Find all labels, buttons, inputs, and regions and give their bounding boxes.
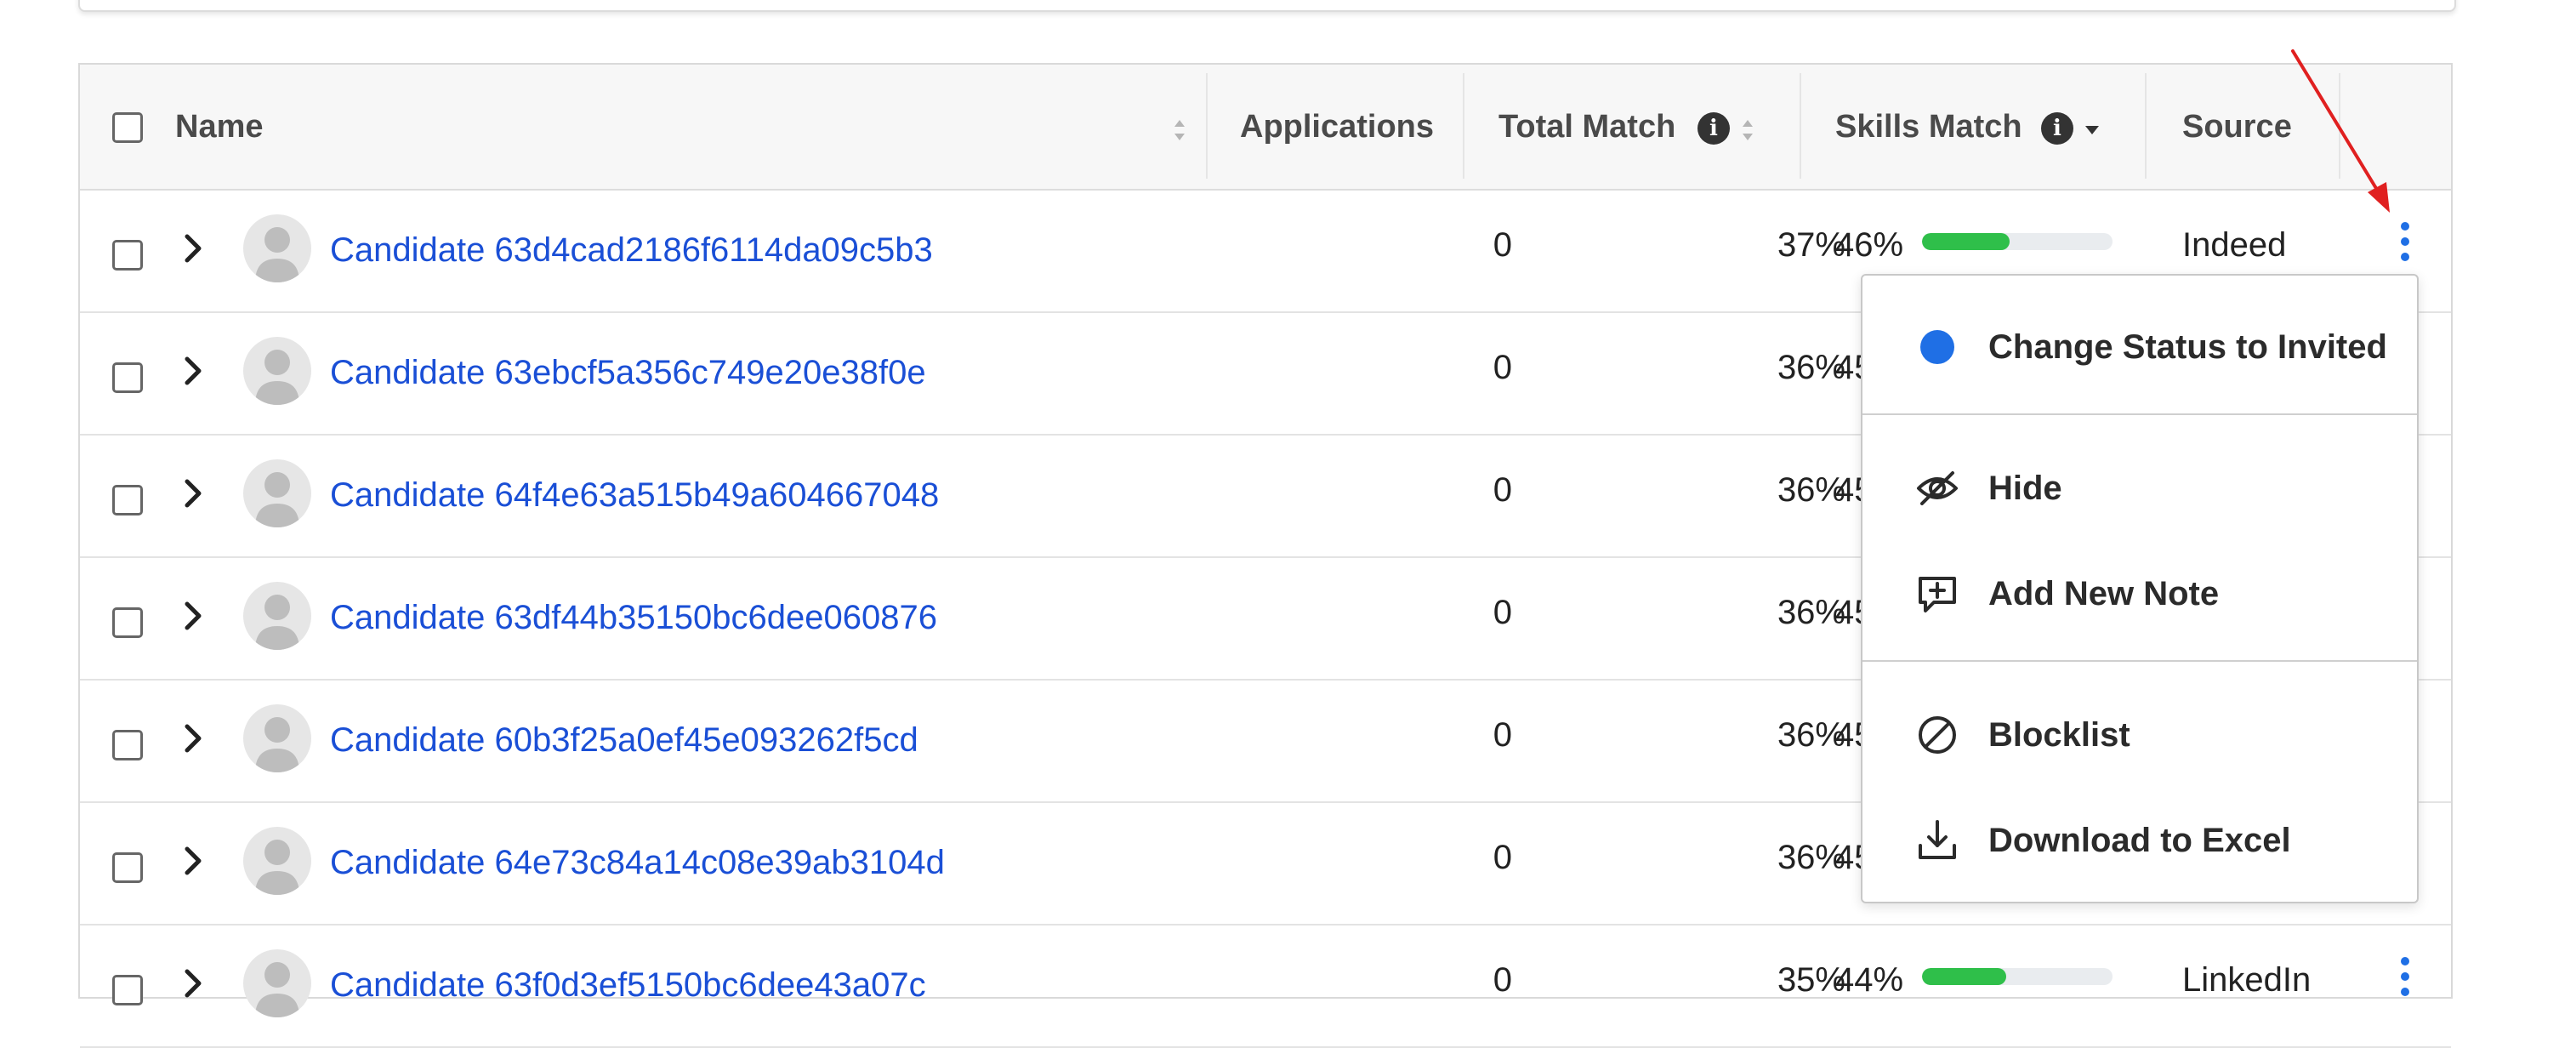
candidate-name-link[interactable]: Candidate 64e73c84a14c08e39ab3104d	[330, 842, 945, 883]
avatar	[243, 582, 311, 650]
skills-match-bar-fill	[1922, 968, 2006, 985]
skills-match-bar	[1922, 968, 2113, 985]
menu-item-download-excel[interactable]: Download to Excel	[1862, 801, 2417, 878]
chevron-right-icon[interactable]	[182, 966, 204, 1000]
ban-icon	[1919, 716, 1956, 754]
candidate-name-link[interactable]: Candidate 63f0d3ef5150bc6dee43a07c	[330, 965, 926, 1005]
menu-item-hide[interactable]: Hide	[1862, 449, 2417, 526]
person-placeholder-icon	[255, 717, 299, 772]
column-divider	[1206, 73, 1208, 179]
total-match-value: 36%	[1777, 839, 1845, 876]
person-placeholder-icon	[255, 350, 299, 405]
annotation-arrow-icon	[2291, 49, 2390, 213]
select-all-checkbox[interactable]	[112, 112, 143, 143]
eye-slash-icon	[1917, 471, 1958, 505]
person-placeholder-icon	[255, 840, 299, 895]
sort-icon[interactable]	[1172, 117, 1187, 143]
applications-count: 0	[1493, 839, 1512, 876]
avatar	[243, 214, 311, 282]
total-match-value: 36%	[1777, 471, 1845, 509]
menu-item-label: Add New Note	[1988, 575, 2220, 612]
row-checkbox[interactable]	[112, 975, 143, 1005]
candidate-name-link[interactable]: Candidate 60b3f25a0ef45e093262f5cd	[330, 720, 918, 760]
column-header-total-match[interactable]: Total Match	[1498, 107, 1675, 146]
column-header-applications[interactable]: Applications	[1240, 107, 1434, 146]
person-placeholder-icon	[255, 227, 299, 282]
top-card-edge	[78, 0, 2456, 12]
menu-item-label: Change Status to Invited	[1988, 328, 2387, 366]
avatar	[243, 704, 311, 772]
column-header-name[interactable]: Name	[175, 107, 264, 146]
table-row: Candidate 63f0d3ef5150bc6dee43a07c 0 35%…	[80, 924, 2451, 1048]
menu-divider	[1862, 660, 2417, 662]
info-icon[interactable]: i	[1697, 112, 1730, 145]
total-match-value: 36%	[1777, 349, 1845, 386]
menu-divider	[1862, 413, 2417, 415]
source-value: LinkedIn	[2182, 961, 2312, 999]
candidate-name-link[interactable]: Candidate 63d4cad2186f6114da09c5b3	[330, 230, 933, 271]
table-header: Name Applications Total Match i Skills M…	[80, 65, 2451, 191]
chevron-right-icon[interactable]	[182, 231, 204, 265]
candidate-name-link[interactable]: Candidate 64f4e63a515b49a604667048	[330, 475, 939, 515]
row-checkbox[interactable]	[112, 607, 143, 638]
applications-count: 0	[1493, 471, 1512, 509]
avatar	[243, 337, 311, 405]
chevron-right-icon[interactable]	[182, 721, 204, 755]
candidate-name-link[interactable]: Candidate 63ebcf5a356c749e20e38f0e	[330, 352, 926, 393]
person-placeholder-icon	[255, 472, 299, 527]
kebab-vertical-icon[interactable]	[2397, 954, 2414, 1002]
person-placeholder-icon	[255, 962, 299, 1017]
applications-count: 0	[1493, 961, 1512, 999]
menu-item-label: Hide	[1988, 470, 2062, 507]
total-match-value: 36%	[1777, 594, 1845, 631]
skills-match-bar	[1922, 233, 2113, 250]
download-icon	[1919, 820, 1956, 859]
applications-count: 0	[1493, 226, 1512, 264]
source-value: Indeed	[2182, 226, 2287, 264]
applications-count: 0	[1493, 716, 1512, 754]
candidate-name-link[interactable]: Candidate 63df44b35150bc6dee060876	[330, 597, 937, 638]
avatar	[243, 827, 311, 895]
chevron-right-icon[interactable]	[182, 844, 204, 878]
row-checkbox[interactable]	[112, 240, 143, 271]
kebab-vertical-icon[interactable]	[2397, 219, 2414, 267]
skills-match-value: 44%	[1835, 961, 1904, 999]
menu-item-label: Download to Excel	[1988, 822, 2291, 859]
column-divider	[1463, 73, 1464, 179]
chevron-right-icon[interactable]	[182, 599, 204, 633]
row-checkbox[interactable]	[112, 485, 143, 515]
avatar	[243, 459, 311, 527]
column-divider	[2145, 73, 2147, 179]
menu-item-blocklist[interactable]: Blocklist	[1862, 696, 2417, 772]
column-header-skills-match[interactable]: Skills Match	[1835, 107, 2022, 146]
total-match-value: 37%	[1777, 226, 1845, 264]
row-checkbox[interactable]	[112, 362, 143, 393]
sort-icon[interactable]	[1740, 117, 1755, 143]
column-header-source[interactable]: Source	[2182, 107, 2292, 146]
chevron-right-icon[interactable]	[182, 354, 204, 388]
chevron-right-icon[interactable]	[182, 476, 204, 510]
total-match-value: 35%	[1777, 961, 1845, 999]
applications-count: 0	[1493, 594, 1512, 631]
column-divider	[1800, 73, 1801, 179]
menu-item-label: Blocklist	[1988, 716, 2130, 754]
row-checkbox[interactable]	[112, 852, 143, 883]
menu-item-change-status[interactable]: Change Status to Invited	[1862, 308, 2417, 384]
blue-dot-icon	[1920, 330, 1954, 364]
info-icon[interactable]: i	[2041, 112, 2073, 145]
row-checkbox[interactable]	[112, 730, 143, 760]
applications-count: 0	[1493, 349, 1512, 386]
message-plus-icon	[1919, 577, 1956, 612]
sort-descending-icon[interactable]	[2084, 124, 2101, 136]
menu-item-add-note[interactable]: Add New Note	[1862, 555, 2417, 631]
avatar	[243, 949, 311, 1017]
total-match-value: 36%	[1777, 716, 1845, 754]
skills-match-value: 46%	[1835, 226, 1904, 264]
person-placeholder-icon	[255, 595, 299, 650]
skills-match-bar-fill	[1922, 233, 2010, 250]
row-actions-menu: Change Status to Invited Hide Add New No…	[1861, 274, 2419, 903]
